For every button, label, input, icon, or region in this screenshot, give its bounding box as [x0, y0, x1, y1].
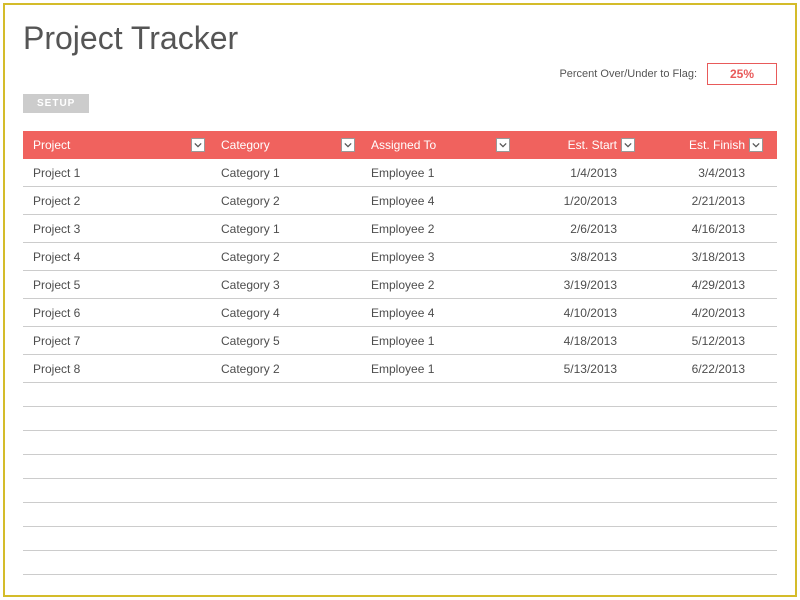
cell-est_start[interactable]: 5/13/2013 [516, 362, 641, 376]
column-header-assigned[interactable]: Assigned To [361, 138, 516, 152]
cell-assigned[interactable]: Employee 1 [361, 166, 516, 180]
table-row[interactable]: Project 8Category 2Employee 15/13/20136/… [23, 355, 777, 383]
filter-dropdown-icon[interactable] [749, 138, 763, 152]
cell-est_finish[interactable]: 4/20/2013 [641, 306, 769, 320]
column-label: Category [221, 138, 270, 152]
cell-est_finish[interactable]: 2/21/2013 [641, 194, 769, 208]
table-row-empty[interactable] [23, 527, 777, 551]
cell-assigned[interactable]: Employee 1 [361, 362, 516, 376]
table-row-empty[interactable] [23, 407, 777, 431]
cell-category[interactable]: Category 2 [211, 194, 361, 208]
flag-label: Percent Over/Under to Flag: [559, 68, 697, 80]
table-row-empty[interactable] [23, 479, 777, 503]
cell-category[interactable]: Category 1 [211, 166, 361, 180]
table-row-empty[interactable] [23, 551, 777, 575]
cell-est_finish[interactable]: 4/16/2013 [641, 222, 769, 236]
column-label: Est. Finish [651, 138, 745, 152]
filter-dropdown-icon[interactable] [496, 138, 510, 152]
cell-project[interactable]: Project 7 [23, 334, 211, 348]
table-row[interactable]: Project 5Category 3Employee 23/19/20134/… [23, 271, 777, 299]
cell-assigned[interactable]: Employee 2 [361, 278, 516, 292]
column-label: Assigned To [371, 138, 436, 152]
cell-est_start[interactable]: 1/20/2013 [516, 194, 641, 208]
page-title: Project Tracker [23, 20, 777, 57]
project-table: Project Category Assigned To Est. Start [23, 131, 777, 575]
flag-value[interactable]: 25% [707, 63, 777, 85]
table-row-empty[interactable] [23, 383, 777, 407]
table-row[interactable]: Project 6Category 4Employee 44/10/20134/… [23, 299, 777, 327]
cell-project[interactable]: Project 3 [23, 222, 211, 236]
cell-project[interactable]: Project 5 [23, 278, 211, 292]
table-header: Project Category Assigned To Est. Start [23, 131, 777, 159]
column-header-project[interactable]: Project [23, 138, 211, 152]
filter-dropdown-icon[interactable] [341, 138, 355, 152]
cell-est_finish[interactable]: 6/22/2013 [641, 362, 769, 376]
cell-est_finish[interactable]: 4/29/2013 [641, 278, 769, 292]
cell-assigned[interactable]: Employee 4 [361, 194, 516, 208]
table-row-empty[interactable] [23, 431, 777, 455]
cell-est_start[interactable]: 3/19/2013 [516, 278, 641, 292]
setup-button[interactable]: SETUP [23, 94, 89, 113]
cell-est_start[interactable]: 4/18/2013 [516, 334, 641, 348]
table-body: Project 1Category 1Employee 11/4/20133/4… [23, 159, 777, 575]
cell-assigned[interactable]: Employee 4 [361, 306, 516, 320]
cell-project[interactable]: Project 2 [23, 194, 211, 208]
column-label: Project [33, 138, 70, 152]
cell-category[interactable]: Category 3 [211, 278, 361, 292]
cell-category[interactable]: Category 2 [211, 362, 361, 376]
cell-est_start[interactable]: 2/6/2013 [516, 222, 641, 236]
cell-category[interactable]: Category 5 [211, 334, 361, 348]
column-header-est-finish[interactable]: Est. Finish [641, 138, 769, 152]
column-label: Est. Start [526, 138, 617, 152]
cell-est_finish[interactable]: 3/4/2013 [641, 166, 769, 180]
cell-project[interactable]: Project 6 [23, 306, 211, 320]
cell-category[interactable]: Category 1 [211, 222, 361, 236]
cell-assigned[interactable]: Employee 1 [361, 334, 516, 348]
table-row[interactable]: Project 7Category 5Employee 14/18/20135/… [23, 327, 777, 355]
table-row[interactable]: Project 1Category 1Employee 11/4/20133/4… [23, 159, 777, 187]
filter-dropdown-icon[interactable] [191, 138, 205, 152]
table-row[interactable]: Project 4Category 2Employee 33/8/20133/1… [23, 243, 777, 271]
cell-est_start[interactable]: 3/8/2013 [516, 250, 641, 264]
column-header-category[interactable]: Category [211, 138, 361, 152]
column-header-est-start[interactable]: Est. Start [516, 138, 641, 152]
cell-est_finish[interactable]: 3/18/2013 [641, 250, 769, 264]
cell-est_start[interactable]: 4/10/2013 [516, 306, 641, 320]
flag-row: Percent Over/Under to Flag: 25% [23, 63, 777, 85]
table-row[interactable]: Project 2Category 2Employee 41/20/20132/… [23, 187, 777, 215]
table-row[interactable]: Project 3Category 1Employee 22/6/20134/1… [23, 215, 777, 243]
cell-assigned[interactable]: Employee 2 [361, 222, 516, 236]
filter-dropdown-icon[interactable] [621, 138, 635, 152]
cell-project[interactable]: Project 1 [23, 166, 211, 180]
cell-assigned[interactable]: Employee 3 [361, 250, 516, 264]
table-row-empty[interactable] [23, 503, 777, 527]
cell-project[interactable]: Project 8 [23, 362, 211, 376]
cell-project[interactable]: Project 4 [23, 250, 211, 264]
table-row-empty[interactable] [23, 455, 777, 479]
cell-est_start[interactable]: 1/4/2013 [516, 166, 641, 180]
cell-est_finish[interactable]: 5/12/2013 [641, 334, 769, 348]
cell-category[interactable]: Category 2 [211, 250, 361, 264]
cell-category[interactable]: Category 4 [211, 306, 361, 320]
